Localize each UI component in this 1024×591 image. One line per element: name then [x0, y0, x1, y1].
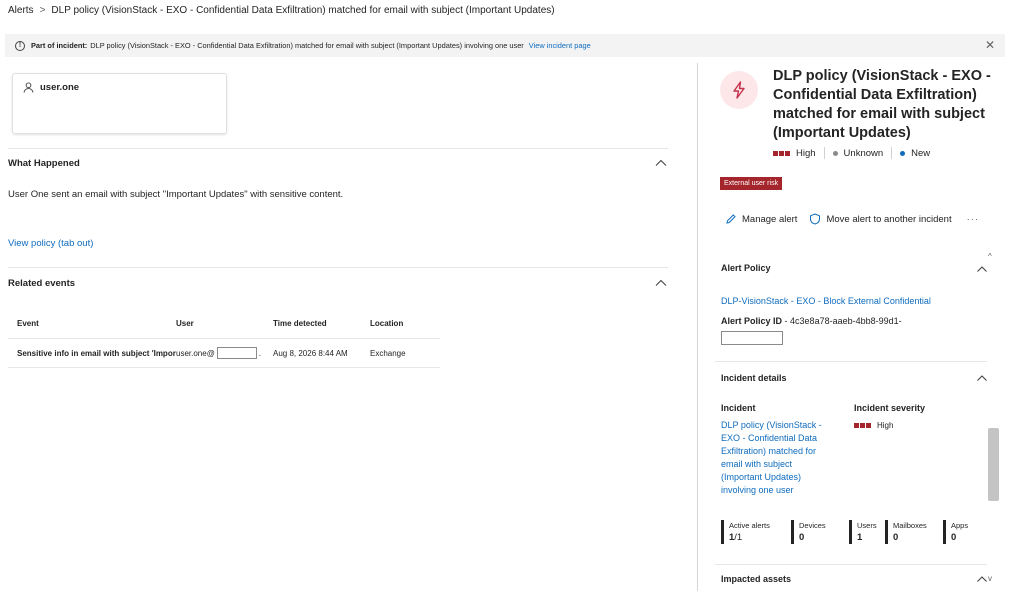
impacted-assets-title: Impacted assets	[721, 574, 792, 584]
count-value: 0	[893, 532, 899, 543]
divider	[715, 361, 987, 362]
manage-alert-button[interactable]: Manage alert	[725, 213, 797, 225]
chevron-up-icon[interactable]	[976, 265, 988, 273]
count-label: Active alerts	[729, 521, 770, 530]
devices-count: Devices 0	[791, 520, 849, 544]
severity-label: High	[796, 147, 816, 159]
breadcrumb-alerts-link[interactable]: Alerts	[8, 5, 34, 16]
pencil-icon	[726, 214, 736, 224]
what-happened-description: User One sent an email with subject "Imp…	[8, 189, 344, 200]
count-label: Users	[857, 521, 877, 530]
user-cell: user.one@ .	[176, 347, 273, 359]
user-name: user.one	[40, 82, 80, 93]
incident-counts: Active alerts 1/1 Devices 0 Users 1 Mail…	[721, 520, 973, 544]
severity-icon	[773, 150, 791, 156]
classification-label: Unknown	[843, 147, 884, 159]
incident-name-link[interactable]: DLP policy (VisionStack - EXO - Confiden…	[721, 419, 831, 497]
related-events-table: Event User Time detected Location Sensit…	[8, 308, 440, 368]
redacted-box	[721, 331, 783, 345]
count-denominator: /1	[734, 532, 743, 543]
divider	[8, 148, 668, 149]
alert-policy-id-label: Alert Policy ID	[721, 316, 783, 326]
incident-severity-label: Incident severity	[854, 403, 926, 413]
breadcrumb: Alerts > DLP policy (VisionStack - EXO -…	[8, 3, 555, 17]
event-cell: Sensitive info in email with subject 'Im…	[17, 348, 176, 358]
related-events-title: Related events	[8, 278, 76, 289]
count-value: 0	[951, 532, 957, 543]
close-icon[interactable]: ✕	[985, 39, 995, 51]
incident-details-title: Incident details	[721, 373, 787, 383]
status-dot-icon	[900, 150, 906, 156]
view-incident-page-link[interactable]: View incident page	[529, 41, 591, 50]
view-policy-link[interactable]: View policy (tab out)	[8, 238, 93, 249]
move-alert-label: Move alert to another incident	[826, 213, 952, 225]
count-label: Devices	[799, 521, 826, 530]
alert-policy-title: Alert Policy	[721, 263, 771, 273]
alert-policy-id: Alert Policy ID - 4c3e8a78-aaeb-4bb8-99d…	[721, 316, 902, 326]
unknown-dot-icon	[832, 150, 838, 156]
manage-alert-label: Manage alert	[742, 213, 798, 225]
external-user-risk-badge: External user risk	[720, 177, 783, 190]
user-card[interactable]: user.one	[12, 73, 227, 134]
column-header-user[interactable]: User	[176, 319, 273, 328]
breadcrumb-separator: >	[39, 4, 46, 16]
column-header-event[interactable]: Event	[8, 319, 176, 328]
move-alert-button[interactable]: Move alert to another incident	[809, 213, 952, 225]
incident-label: Incident	[721, 403, 756, 413]
chevron-up-icon[interactable]	[654, 158, 668, 168]
more-actions-icon[interactable]: ···	[967, 214, 980, 225]
count-label: Apps	[951, 521, 969, 530]
banner-prefix: Part of incident:	[31, 41, 88, 50]
count-value: 1	[857, 532, 863, 543]
mailboxes-count: Mailboxes 0	[885, 520, 943, 544]
chevron-up-icon[interactable]	[976, 374, 988, 382]
alert-policy-link[interactable]: DLP-VisionStack - EXO - Block External C…	[721, 296, 931, 306]
status-label: New	[911, 147, 931, 159]
column-header-location[interactable]: Location	[370, 319, 440, 328]
table-header-row: Event User Time detected Location	[8, 308, 440, 338]
alert-policy-id-value: - 4c3e8a78-aaeb-4bb8-99d1-	[784, 316, 902, 326]
scrollbar-thumb[interactable]	[988, 428, 999, 501]
divider	[8, 267, 668, 268]
what-happened-title: What Happened	[8, 158, 80, 169]
shield-icon	[810, 213, 821, 225]
breadcrumb-current: DLP policy (VisionStack - EXO - Confiden…	[51, 4, 555, 16]
table-row[interactable]: Sensitive info in email with subject 'Im…	[8, 338, 440, 368]
alert-actions: Manage alert Move alert to another incid…	[725, 213, 979, 225]
info-icon: !	[15, 40, 25, 51]
users-count: Users 1	[849, 520, 885, 544]
redacted-box	[216, 347, 257, 359]
scroll-up-icon[interactable]: ^	[988, 252, 992, 261]
location-cell: Exchange	[370, 348, 406, 358]
incident-severity-value: High	[854, 421, 893, 430]
divider	[715, 564, 987, 565]
apps-count: Apps 0	[943, 520, 973, 544]
alert-details-panel: DLP policy (VisionStack - EXO - Confiden…	[698, 60, 1024, 591]
banner-text: DLP policy (VisionStack - EXO - Confiden…	[90, 41, 524, 50]
alert-icon	[720, 71, 758, 109]
alert-title: DLP policy (VisionStack - EXO - Confiden…	[773, 68, 991, 141]
count-label: Mailboxes	[893, 521, 927, 530]
user-email-prefix: user.one@	[176, 348, 215, 358]
chevron-up-icon[interactable]	[976, 575, 988, 583]
time-cell: Aug 8, 2026 8:44 AM	[273, 348, 348, 358]
column-header-time-detected[interactable]: Time detected	[273, 319, 370, 328]
chevron-up-icon[interactable]	[654, 278, 668, 288]
incident-banner: ! Part of incident: DLP policy (VisionSt…	[5, 34, 1005, 57]
active-alerts-count: Active alerts 1/1	[721, 520, 791, 544]
scroll-down-icon[interactable]: v	[988, 574, 992, 583]
count-value: 0	[799, 532, 805, 543]
person-icon	[23, 82, 34, 93]
incident-severity-text: High	[877, 421, 894, 430]
alert-meta: High Unknown New	[773, 147, 930, 159]
user-email-suffix: .	[258, 348, 262, 358]
